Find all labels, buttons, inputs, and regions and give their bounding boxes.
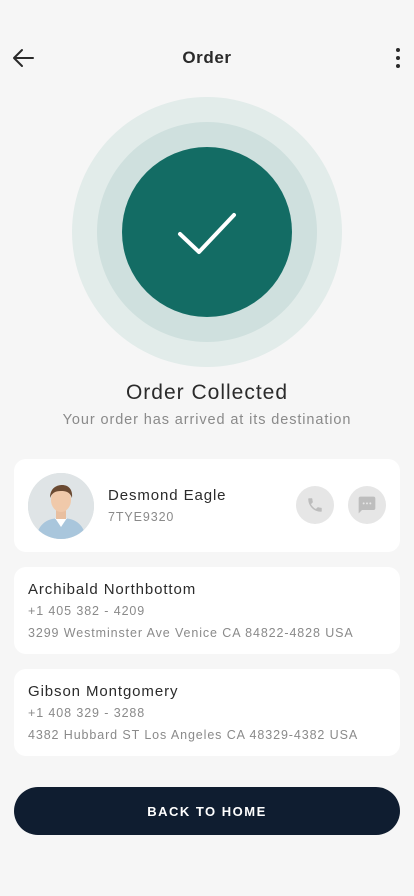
phone-icon <box>308 498 322 512</box>
page-title: Order <box>182 48 232 67</box>
driver-code: 7TYE9320 <box>108 510 175 524</box>
message-button[interactable] <box>348 486 386 524</box>
app-header: Order <box>0 38 414 78</box>
contact-address: 3299 Westminster Ave Venice CA 84822-482… <box>28 626 354 640</box>
status-circle <box>122 147 292 317</box>
more-vertical-icon <box>396 48 400 52</box>
call-button[interactable] <box>296 486 334 524</box>
contact-phone: +1 405 382 - 4209 <box>28 604 146 618</box>
check-icon <box>178 213 236 254</box>
status-title: Order Collected <box>125 381 289 404</box>
message-icon <box>358 496 376 514</box>
contact-address: 4382 Hubbard ST Los Angeles CA 48329-438… <box>28 728 359 742</box>
status-subtitle: Your order has arrived at its destinatio… <box>62 412 352 428</box>
order-status-graphic <box>72 97 342 367</box>
back-to-home-button[interactable]: BACK TO HOME <box>14 787 400 835</box>
contact-phone: +1 408 329 - 3288 <box>28 706 146 720</box>
address-card-recipient: Gibson Montgomery +1 408 329 - 3288 4382… <box>14 669 400 756</box>
contact-name: Archibald Northbottom <box>28 581 197 598</box>
address-card-sender: Archibald Northbottom +1 405 382 - 4209 … <box>14 567 400 654</box>
more-options-button[interactable] <box>390 44 406 72</box>
avatar <box>28 473 94 539</box>
driver-card: Desmond Eagle 7TYE9320 <box>14 459 400 552</box>
driver-name: Desmond Eagle <box>108 487 227 504</box>
contact-name: Gibson Montgomery <box>28 683 179 700</box>
